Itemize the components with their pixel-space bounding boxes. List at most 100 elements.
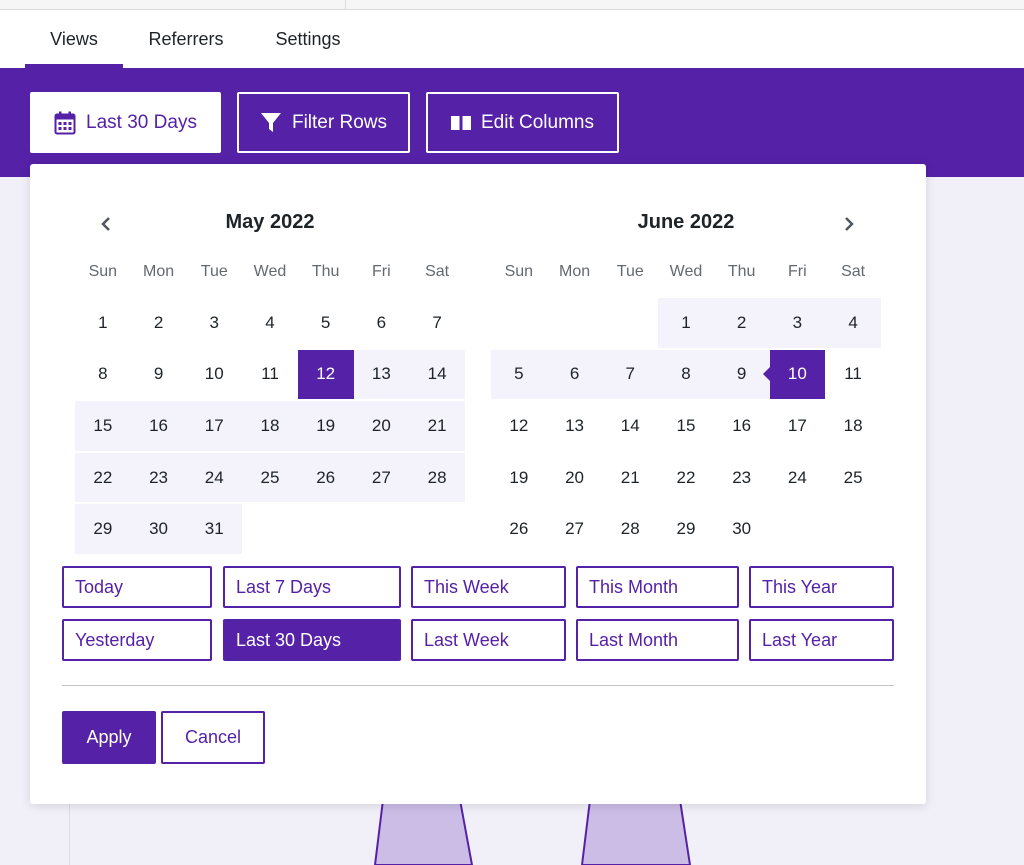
day-cell-in-range[interactable]: 4	[825, 298, 881, 348]
day-cell-in-range[interactable]: 28	[409, 452, 465, 503]
calendar-june: Sun Mon Tue Wed Thu Fri Sat 1 2 3 4 5 6 …	[491, 256, 881, 555]
preset-this-month-button[interactable]: This Month	[576, 566, 739, 608]
day-cell[interactable]: 9	[131, 349, 187, 401]
day-grid: 1 2 3 4 5 6 7 8 9 10 11 12 13 14 15 16 1…	[75, 297, 465, 555]
day-cell[interactable]: 28	[602, 503, 658, 555]
day-cell-in-range[interactable]: 7	[602, 349, 659, 400]
day-cell[interactable]: 8	[75, 349, 131, 401]
day-grid: 1 2 3 4 5 6 7 8 9 10 11 12 13 14 15 16 1…	[491, 297, 881, 555]
weekday-header: Sun Mon Tue Wed Thu Fri Sat	[491, 256, 881, 288]
day-cell[interactable]: 27	[547, 503, 603, 555]
day-cell-in-range[interactable]: 22	[75, 452, 131, 503]
day-cell-in-range[interactable]: 13	[353, 349, 410, 400]
weekday-label: Tue	[616, 263, 644, 280]
day-cell-in-range[interactable]: 5	[491, 349, 547, 400]
day-cell[interactable]: 17	[770, 400, 826, 452]
day-cell[interactable]: 3	[186, 297, 242, 349]
day-cell-in-range[interactable]: 9	[713, 349, 770, 400]
tab-views[interactable]: Views	[25, 10, 123, 68]
preset-last-week-button[interactable]: Last Week	[411, 619, 566, 661]
preset-last-month-button[interactable]: Last Month	[576, 619, 739, 661]
preset-yesterday-button[interactable]: Yesterday	[62, 619, 212, 661]
tab-referrers[interactable]: Referrers	[130, 10, 242, 68]
day-cell[interactable]: 6	[354, 297, 410, 349]
date-range-button[interactable]: Last 30 Days	[30, 92, 221, 153]
weekday-label: Wed	[253, 263, 287, 280]
day-cell-in-range[interactable]: 15	[75, 401, 131, 451]
day-cell[interactable]: 22	[658, 452, 714, 504]
weekday-label: Sun	[504, 263, 534, 280]
day-cell[interactable]: 29	[658, 503, 714, 555]
empty-day-cell	[547, 297, 603, 349]
day-cell[interactable]: 21	[602, 452, 658, 504]
weekday-label: Sun	[88, 263, 118, 280]
weekday-label: Mon	[142, 263, 175, 280]
weekday-label: Sat	[425, 263, 450, 280]
apply-button[interactable]: Apply	[62, 711, 156, 764]
day-cell[interactable]: 1	[75, 297, 131, 349]
day-cell-in-range[interactable]: 16	[130, 401, 187, 451]
columns-icon	[451, 115, 471, 131]
day-cell[interactable]: 14	[602, 400, 658, 452]
day-cell[interactable]: 18	[825, 400, 881, 452]
day-cell-in-range[interactable]: 21	[409, 401, 465, 451]
day-cell[interactable]: 5	[298, 297, 354, 349]
day-cell-in-range[interactable]: 18	[242, 401, 298, 451]
weekday-label: Mon	[558, 263, 591, 280]
date-range-button-label: Last 30 Days	[86, 111, 197, 133]
day-cell[interactable]: 30	[714, 503, 770, 555]
day-cell-in-range[interactable]: 27	[353, 452, 410, 503]
day-cell[interactable]: 13	[547, 400, 603, 452]
day-cell[interactable]: 19	[491, 452, 547, 504]
preset-last-7-days-button[interactable]: Last 7 Days	[223, 566, 401, 608]
day-cell-in-range[interactable]: 20	[353, 401, 410, 451]
day-cell[interactable]: 2	[131, 297, 187, 349]
edit-columns-button[interactable]: Edit Columns	[426, 92, 619, 153]
day-cell-in-range[interactable]: 1	[658, 298, 714, 348]
day-cell[interactable]: 25	[825, 452, 881, 504]
tab-bar: Views Referrers Settings	[0, 10, 1024, 68]
cancel-button[interactable]: Cancel	[161, 711, 265, 764]
day-cell[interactable]: 7	[409, 297, 465, 349]
preset-today-button[interactable]: Today	[62, 566, 212, 608]
day-cell-in-range[interactable]: 14	[409, 349, 465, 400]
day-cell-in-range[interactable]: 29	[75, 504, 131, 554]
preset-last-year-button[interactable]: Last Year	[749, 619, 894, 661]
day-cell-in-range[interactable]: 3	[769, 298, 826, 348]
weekday-label: Thu	[727, 263, 756, 280]
tab-settings[interactable]: Settings	[256, 10, 360, 68]
divider	[62, 685, 894, 686]
day-cell[interactable]: 11	[242, 349, 298, 401]
day-cell-in-range[interactable]: 19	[297, 401, 354, 451]
selected-end-day[interactable]: 10	[762, 349, 826, 400]
day-cell-in-range[interactable]: 6	[546, 349, 603, 400]
day-cell-in-range[interactable]: 8	[658, 349, 714, 400]
day-cell[interactable]: 16	[714, 400, 770, 452]
weekday-label: Thu	[311, 263, 340, 280]
day-cell[interactable]: 26	[491, 503, 547, 555]
day-cell[interactable]: 10	[186, 349, 242, 401]
day-cell-in-range[interactable]: 2	[713, 298, 770, 348]
day-cell[interactable]: 24	[770, 452, 826, 504]
day-cell-in-range[interactable]: 23	[130, 452, 187, 503]
day-cell-in-range[interactable]: 26	[297, 452, 354, 503]
day-cell-in-range[interactable]: 30	[130, 504, 187, 554]
day-cell-in-range[interactable]: 31	[186, 504, 243, 554]
day-cell[interactable]: 23	[714, 452, 770, 504]
edit-columns-button-label: Edit Columns	[481, 111, 594, 133]
preset-last-30-days-button[interactable]: Last 30 Days	[223, 619, 401, 661]
day-cell-in-range[interactable]: 24	[186, 452, 243, 503]
preset-this-week-button[interactable]: This Week	[411, 566, 566, 608]
day-cell-in-range[interactable]: 25	[242, 452, 298, 503]
selected-start-day[interactable]: 12	[297, 349, 361, 400]
day-cell[interactable]: 4	[242, 297, 298, 349]
day-cell-in-range[interactable]: 17	[186, 401, 243, 451]
filter-rows-button[interactable]: Filter Rows	[237, 92, 410, 153]
day-cell[interactable]: 20	[547, 452, 603, 504]
day-cell[interactable]: 15	[658, 400, 714, 452]
calendar-may: Sun Mon Tue Wed Thu Fri Sat 1 2 3 4 5 6 …	[75, 256, 465, 555]
weekday-header: Sun Mon Tue Wed Thu Fri Sat	[75, 256, 465, 288]
preset-this-year-button[interactable]: This Year	[749, 566, 894, 608]
day-cell[interactable]: 12	[491, 400, 547, 452]
day-cell[interactable]: 11	[825, 349, 881, 401]
